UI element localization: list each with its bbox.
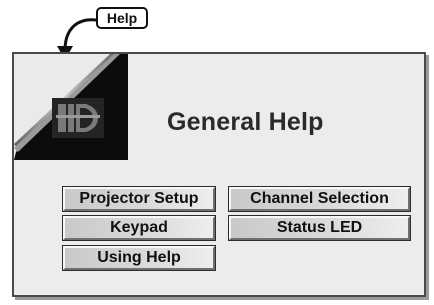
channel-selection-button[interactable]: Channel Selection bbox=[228, 186, 411, 212]
ild-logo-icon bbox=[14, 54, 128, 160]
status-led-button[interactable]: Status LED bbox=[228, 215, 411, 241]
using-help-button[interactable]: Using Help bbox=[62, 245, 216, 271]
help-key-button: Help bbox=[96, 7, 148, 29]
page-title: General Help bbox=[167, 108, 324, 136]
keypad-button[interactable]: Keypad bbox=[62, 215, 216, 241]
projector-setup-button[interactable]: Projector Setup bbox=[62, 186, 216, 212]
